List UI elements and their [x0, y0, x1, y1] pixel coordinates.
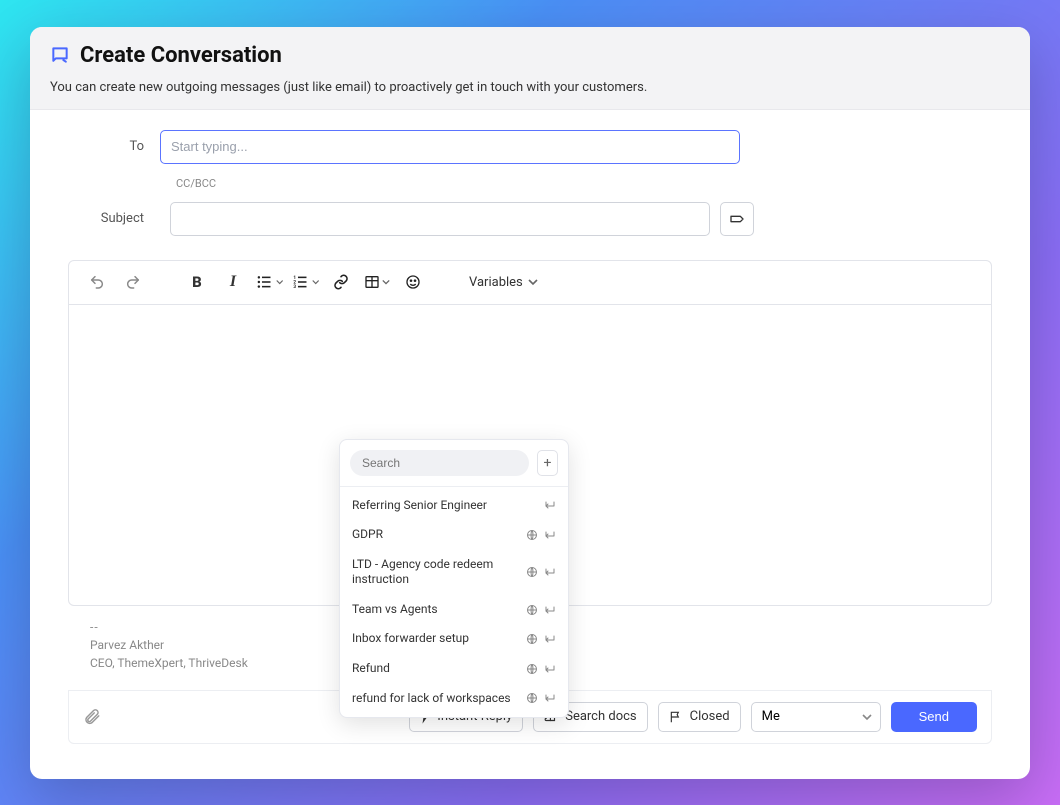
- popover-item-label: Inbox forwarder setup: [352, 631, 518, 647]
- subject-label: Subject: [60, 211, 160, 226]
- table-button[interactable]: [363, 268, 391, 296]
- globe-icon: [526, 633, 538, 645]
- editor-toolbar: B I 123 Variables: [69, 261, 991, 305]
- conversation-icon: [50, 45, 70, 65]
- svg-text:3: 3: [293, 284, 296, 290]
- globe-icon: [526, 663, 538, 675]
- assignee-select[interactable]: Me: [751, 702, 881, 732]
- popover-item[interactable]: GDPR: [340, 520, 568, 550]
- modal-title: Create Conversation: [80, 43, 282, 68]
- popover-item-label: LTD - Agency code redeem instruction: [352, 557, 518, 588]
- flag-icon: [669, 710, 683, 724]
- popover-item-label: Referring Senior Engineer: [352, 498, 536, 514]
- popover-item[interactable]: Refund: [340, 654, 568, 684]
- undo-button[interactable]: [83, 268, 111, 296]
- redo-button[interactable]: [119, 268, 147, 296]
- attach-button[interactable]: [83, 707, 101, 727]
- globe-icon: [526, 692, 538, 704]
- ccbcc-link[interactable]: CC/BCC: [176, 177, 216, 190]
- form-area: To CC/BCC Subject: [30, 110, 1030, 244]
- globe-icon: [526, 604, 538, 616]
- create-conversation-modal: Create Conversation You can create new o…: [30, 27, 1030, 779]
- popover-item-label: refund for lack of workspaces: [352, 691, 518, 707]
- popover-item[interactable]: Inbox forwarder setup: [340, 624, 568, 654]
- globe-icon: [526, 529, 538, 541]
- variables-label: Variables: [469, 275, 523, 290]
- popover-add-button[interactable]: +: [537, 450, 558, 476]
- variables-dropdown[interactable]: Variables: [463, 271, 544, 294]
- popover-item[interactable]: Team vs Agents: [340, 595, 568, 625]
- enter-icon: [544, 692, 556, 704]
- closed-label: Closed: [690, 709, 730, 724]
- enter-icon: [544, 529, 556, 541]
- subject-input[interactable]: [170, 202, 710, 236]
- to-label: To: [60, 139, 160, 154]
- assignee-value: Me: [762, 709, 780, 724]
- closed-button[interactable]: Closed: [658, 702, 741, 732]
- popover-item[interactable]: LTD - Agency code redeem instruction: [340, 550, 568, 595]
- popover-search-input[interactable]: [350, 450, 529, 476]
- tag-button[interactable]: [720, 202, 754, 236]
- popover-item[interactable]: refund for lack of workspaces: [340, 684, 568, 714]
- enter-icon: [544, 663, 556, 675]
- enter-icon: [544, 566, 556, 578]
- modal-subtitle: You can create new outgoing messages (ju…: [50, 80, 1010, 95]
- popover-item[interactable]: Referring Senior Engineer: [340, 491, 568, 521]
- italic-button[interactable]: I: [219, 268, 247, 296]
- modal-header: Create Conversation You can create new o…: [30, 27, 1030, 110]
- link-button[interactable]: [327, 268, 355, 296]
- popover-item-label: Refund: [352, 661, 518, 677]
- emoji-button[interactable]: [399, 268, 427, 296]
- popover-item-label: GDPR: [352, 527, 518, 543]
- popover-list[interactable]: Referring Senior Engineer GDPR LTD - Agenc…: [340, 487, 568, 717]
- globe-icon: [526, 566, 538, 578]
- enter-icon: [544, 604, 556, 616]
- search-docs-label: Search docs: [565, 709, 636, 724]
- instant-reply-popover: + Referring Senior Engineer GDPR LTD - Age…: [339, 439, 569, 718]
- bullet-list-button[interactable]: [255, 268, 283, 296]
- bold-button[interactable]: B: [183, 268, 211, 296]
- send-button[interactable]: Send: [891, 702, 977, 732]
- ordered-list-button[interactable]: 123: [291, 268, 319, 296]
- enter-icon: [544, 499, 556, 511]
- chevron-down-icon: [862, 712, 872, 722]
- popover-item-label: Team vs Agents: [352, 602, 518, 618]
- chevron-down-icon: [528, 277, 538, 287]
- enter-icon: [544, 633, 556, 645]
- to-input[interactable]: [160, 130, 740, 164]
